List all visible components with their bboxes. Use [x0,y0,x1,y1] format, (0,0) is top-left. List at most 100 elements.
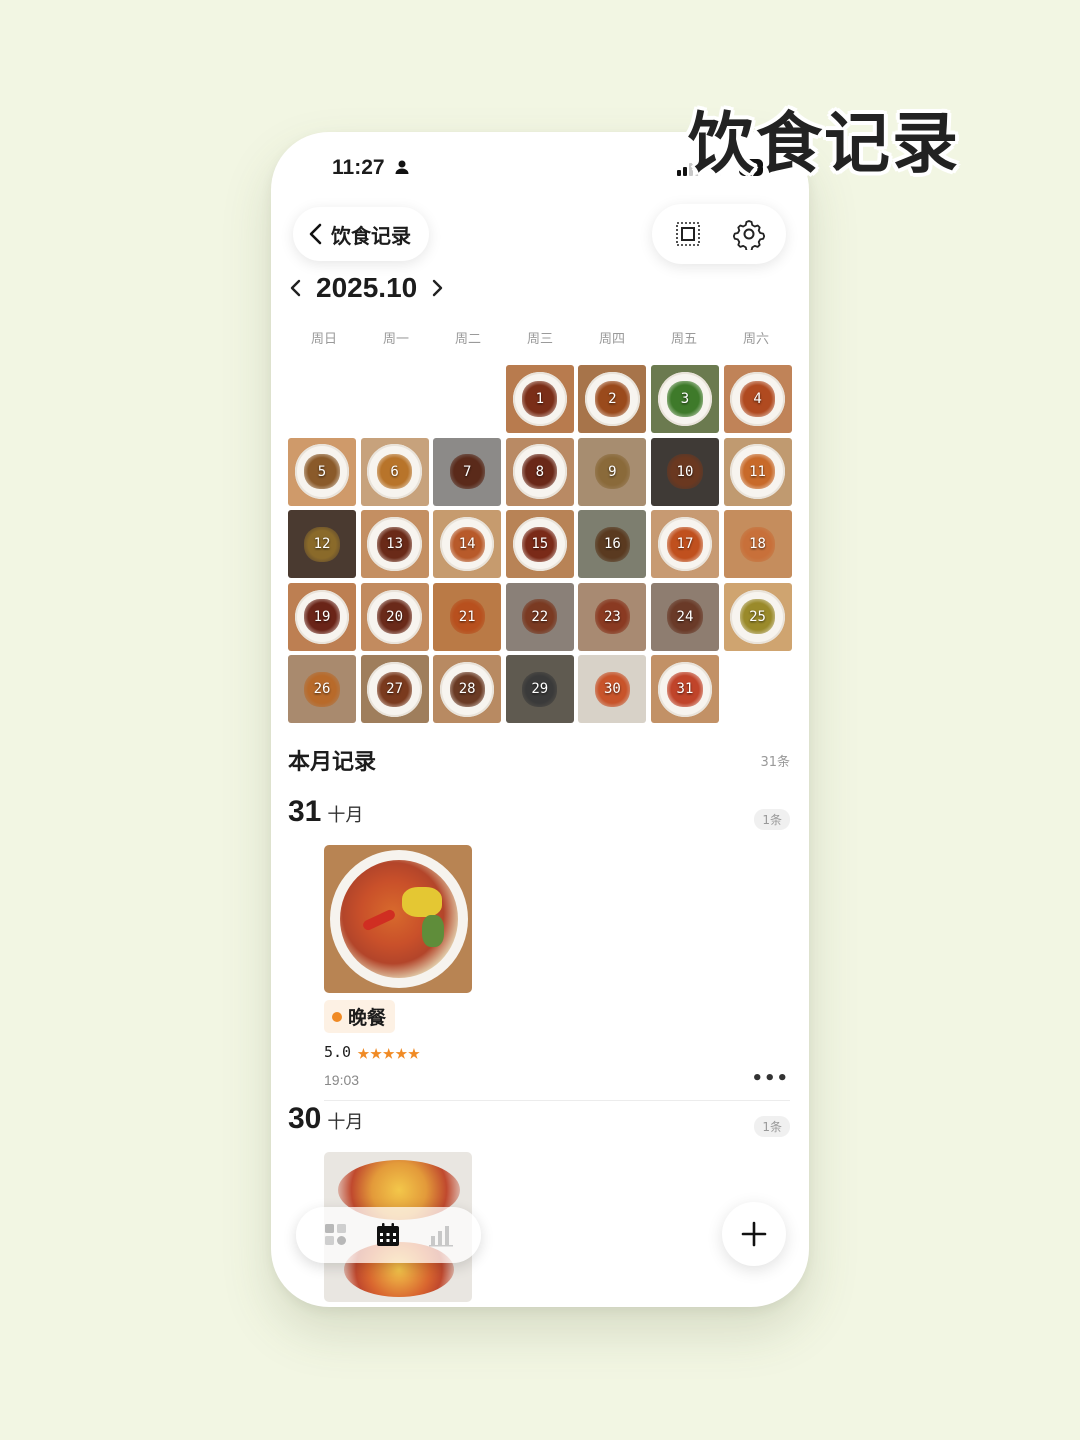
calendar-day-cell[interactable]: 20 [360,582,429,651]
calendar-day-number: 25 [749,608,766,625]
calendar-day-cell[interactable]: 5 [288,437,356,506]
calendar-day-number: 23 [603,608,621,625]
calendar-day-cell[interactable]: 25 [723,582,792,651]
calendar-day-cell[interactable]: 23 [578,582,647,651]
weekday-label: 周一 [382,332,409,347]
calendar-day-cell[interactable]: 14 [433,510,502,579]
day-header: 30 十月 [288,1102,363,1136]
calendar-day-number: 29 [531,681,549,698]
back-label: 饮食记录 [331,223,411,248]
weekday-label: 周二 [454,332,481,347]
divider [324,1100,790,1101]
calendar-day-number: 22 [531,608,549,625]
day-number: 31 [288,795,322,828]
records-count: 31条 [760,755,790,770]
calendar-day-number: 4 [753,391,762,407]
weekday-label: 周日 [310,332,337,347]
status-time: 11:27 [332,156,410,180]
calendar-day-cell[interactable]: 18 [723,510,792,579]
calendar-day-number: 18 [749,536,766,553]
calendar-day-cell[interactable]: 27 [360,655,429,724]
calendar-day-cell[interactable]: 7 [433,437,502,506]
calendar-day-cell[interactable]: 12 [288,510,356,579]
calendar-day-cell[interactable]: 15 [505,510,574,579]
calendar-day-number: 28 [458,681,476,698]
calendar-day-number: 21 [458,608,476,625]
calendar-day-number: 2 [608,391,617,407]
calendar-day-cell[interactable]: 24 [650,582,719,651]
calendar-day-cell[interactable]: 29 [505,655,574,724]
calendar-day-cell[interactable]: 31 [650,655,719,724]
calendar-day-number: 24 [676,608,694,625]
weekday-label: 周五 [670,332,697,347]
chevron-left-icon [309,223,322,245]
calendar-day-number: 19 [313,608,331,625]
records-title: 本月记录 [288,750,377,775]
day-month: 十月 [327,805,364,826]
calendar-empty-cell [288,365,356,433]
gear-icon[interactable] [732,218,765,250]
calendar-day-cell[interactable]: 21 [433,582,502,651]
calendar-day-cell[interactable]: 8 [505,437,574,506]
calendar-day-number: 9 [608,463,617,480]
calendar-day-cell[interactable]: 26 [288,655,356,724]
calendar-empty-cell [433,365,501,433]
calendar-day-cell[interactable]: 22 [505,582,574,651]
plus-icon [741,1221,767,1247]
add-record-button[interactable] [722,1202,786,1266]
calendar-day-cell[interactable]: 13 [360,510,429,579]
phone-screen: 11:27 99 饮食记录 2025.10 周日 周一 周二 周三 周四 周五 … [271,132,809,1307]
calendar-day-number: 11 [749,463,766,480]
status-time-text: 11:27 [332,156,385,179]
day-count-badge: 1条 [754,1116,790,1137]
bottom-tab-bar [296,1207,481,1263]
calendar-day-number: 17 [676,536,694,553]
person-icon [395,160,409,174]
calendar-day-number: 7 [462,463,472,480]
calendar-day-number: 31 [676,681,694,698]
rating-score: 5.0 [324,1043,352,1061]
calendar-day-cell[interactable]: 10 [650,437,719,506]
calendar-day-cell[interactable]: 4 [723,365,792,433]
calendar-day-cell[interactable]: 3 [650,365,719,433]
more-icon[interactable]: ••• [751,1068,789,1089]
calendar-day-cell[interactable]: 6 [360,437,429,506]
calendar-day-number: 3 [680,391,690,407]
calendar-day-cell[interactable]: 1 [505,365,574,433]
day-count-badge: 1条 [754,809,790,830]
meal-photo[interactable] [324,845,472,993]
calendar-day-number: 8 [535,463,544,480]
calendar-icon[interactable] [374,1221,402,1249]
meal-type-tag: 晚餐 [324,1000,396,1033]
calendar-grid: 1 2 3 4 5 6 7 8 9 10 11 12 13 14 15 16 17 18 19 20 21 22 23 24 2… [288,365,792,724]
calendar-day-number: 14 [458,536,476,553]
meal-dot-icon [332,1011,342,1022]
bar-chart-icon[interactable] [428,1222,454,1248]
weekday-label: 周六 [742,332,769,347]
meal-type-label: 晚餐 [348,1007,387,1029]
calendar-day-cell[interactable]: 28 [433,655,502,724]
calendar-day-cell[interactable]: 9 [578,437,647,506]
header-actions [652,204,786,264]
calendar-day-number: 12 [313,536,331,553]
meal-rating: 5.0 ★★★★★ [324,1040,420,1064]
grid-icon[interactable] [323,1222,349,1248]
weekday-label: 周三 [526,332,553,347]
weekday-header: 周日 周一 周二 周三 周四 周五 周六 [288,328,792,347]
calendar-day-number: 13 [386,536,404,553]
calendar-day-cell[interactable]: 30 [578,655,647,724]
calendar-day-cell[interactable]: 19 [288,582,356,651]
month-label: 2025.10 [316,272,418,303]
back-button[interactable]: 饮食记录 [293,207,429,261]
chevron-left-icon[interactable] [288,277,304,299]
meal-time: 19:03 [324,1072,360,1088]
crop-icon[interactable] [674,220,702,248]
chevron-right-icon[interactable] [429,277,445,299]
calendar-day-cell[interactable]: 2 [578,365,647,433]
calendar-day-number: 16 [603,536,621,553]
weekday-label: 周四 [598,332,625,347]
calendar-day-cell[interactable]: 17 [650,510,719,579]
month-navigator: 2025.10 [288,272,445,304]
calendar-day-cell[interactable]: 11 [723,437,792,506]
calendar-day-cell[interactable]: 16 [578,510,647,579]
